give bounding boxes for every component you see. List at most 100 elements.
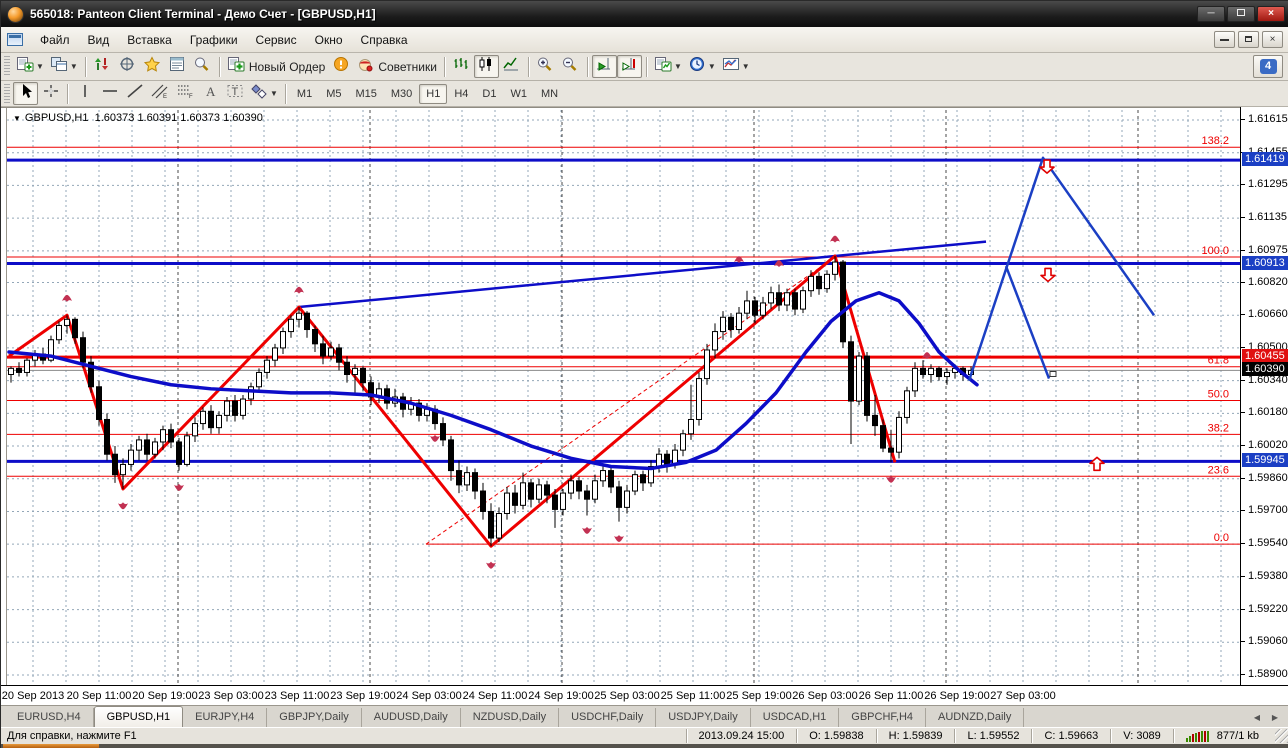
line-chart-icon[interactable] [499,55,524,78]
market-watch-icon[interactable] [90,55,115,78]
menu-item-графики[interactable]: Графики [181,29,247,51]
menu-item-вид[interactable]: Вид [79,29,119,51]
timeframe-h4-button[interactable]: H4 [447,84,475,104]
dropdown-arrow-icon[interactable]: ▼ [708,62,716,71]
chart-canvas[interactable]: 0.023.638.250.061.8100.0138.2 [1,108,1240,686]
crosshair-icon[interactable] [38,82,63,105]
auto-scroll-icon[interactable] [591,55,617,78]
time-axis-label: 26 Sep 11:00 [858,690,924,702]
vline-icon[interactable] [72,82,97,105]
chart-tab-eurjpy-h4[interactable]: EURJPY,H4 [183,708,268,727]
chart-tab-usdjpy-daily[interactable]: USDJPY,Daily [656,708,751,727]
text-icon: A [201,83,219,104]
tab-scroll-right-icon[interactable]: ▶ [1267,710,1283,724]
app-logo-icon [7,5,24,23]
alert-icon[interactable] [328,55,353,78]
tab-scroll-left-icon[interactable]: ◀ [1249,710,1265,724]
price-axis[interactable]: 1.616151.614551.612951.611351.609751.608… [1240,107,1288,685]
chart-shift-icon [620,56,638,77]
dropdown-arrow-icon[interactable]: ▼ [674,62,682,71]
profiles-icon[interactable]: ▼ [47,55,81,78]
dropdown-arrow-icon[interactable]: ▼ [36,62,44,71]
child-minimize-button[interactable] [1214,31,1235,48]
tester-icon[interactable] [190,55,215,78]
chart-menu-icon[interactable] [7,33,23,46]
time-axis-label: 23 Sep 19:00 [330,690,396,702]
chart-tab-eurusd-h4[interactable]: EURUSD,H4 [5,708,94,727]
minimize-button[interactable]: ─ [1197,6,1225,22]
chart-tab-gbpusd-h1[interactable]: GBPUSD,H1 [93,706,184,727]
bar-chart-icon[interactable] [449,55,474,78]
child-close-button[interactable]: × [1262,31,1283,48]
menu-item-файл[interactable]: Файл [31,29,79,51]
menu-item-сервис[interactable]: Сервис [247,29,306,51]
candle-body [664,453,670,465]
label-icon[interactable]: T [222,82,247,105]
indicators-icon[interactable]: ▼ [651,55,685,78]
navigator-icon[interactable] [115,55,140,78]
time-axis-label: 26 Sep 03:00 [792,690,858,702]
timeframe-m30-button[interactable]: M30 [384,84,419,104]
menu-item-справка[interactable]: Справка [352,29,417,51]
window-title: 565018: Panteon Client Terminal - Демо С… [30,7,376,21]
timeframe-mn-button[interactable]: MN [534,84,565,104]
hline-icon[interactable] [97,82,122,105]
chart-tab-gbpjpy-daily[interactable]: GBPJPY,Daily [267,708,362,727]
toolbar-grip[interactable] [4,55,10,78]
candle-body [752,300,758,316]
dropdown-arrow-icon[interactable]: ▼ [270,89,278,98]
collapse-triangle-icon[interactable]: ▼ [13,114,21,123]
zoom-in-icon[interactable] [533,55,558,78]
chart-tab-audusd-daily[interactable]: AUDUSD,Daily [362,708,461,727]
candle-body [912,367,918,392]
close-button[interactable]: × [1257,6,1285,22]
bar-chart-icon [452,56,470,77]
cursor-icon[interactable] [13,82,38,105]
timeframe-m5-button[interactable]: M5 [319,84,348,104]
timeframe-h1-button[interactable]: H1 [419,83,448,104]
menu-item-вставка[interactable]: Вставка [118,29,181,51]
new-chart-icon[interactable]: ▼ [13,55,47,78]
chart-tab-bar: EURUSD,H4 GBPUSD,H1 EURJPY,H4 GBPJPY,Daily A… [1,705,1288,727]
chart-window[interactable]: 0.0 23.6 38.2 50.0 61.8 100.0 138.2 ▼ GBPUSD,H1… [1,107,1288,685]
toolbar-grip[interactable] [4,83,10,104]
price-tag: 1.60913 [1242,255,1288,270]
channel-icon[interactable]: E [147,82,172,105]
resize-grip[interactable] [1275,729,1288,743]
new-order-button[interactable]: Новый Ордер [224,55,328,78]
chart-tab-gbpchf-h4[interactable]: GBPCHF,H4 [839,708,927,727]
zoom-out-icon[interactable] [558,55,583,78]
chart-tab-nzdusd-daily[interactable]: NZDUSD,Daily [461,708,560,727]
maximize-button[interactable] [1227,6,1255,22]
fibo-icon[interactable]: F [172,82,197,105]
time-axis[interactable]: 20 Sep 2013 20 Sep 11:00 20 Sep 19:00 23 Se… [1,685,1288,705]
timeframe-m1-button[interactable]: M1 [290,84,319,104]
dropdown-arrow-icon[interactable]: ▼ [742,62,750,71]
candle-chart-icon[interactable] [473,55,499,78]
templates-icon[interactable]: ▼ [719,55,753,78]
drawing-toolbar: E F A T ▼ M1 M5 M15 M30 H1 H4 D1 W1 MN [1,81,1288,107]
candle-body [680,433,686,451]
chart-tab-usdchf-daily[interactable]: USDCHF,Daily [559,708,657,727]
status-low: L: 1.59552 [954,729,1031,743]
advisors-button[interactable]: Советники [353,55,440,78]
trendline-icon[interactable] [122,82,147,105]
cursor-icon [17,83,35,104]
timeframe-w1-button[interactable]: W1 [503,84,534,104]
periods-icon[interactable]: ▼ [685,55,719,78]
text-icon[interactable]: A [197,82,222,105]
shapes-icon[interactable]: ▼ [247,82,281,105]
dropdown-arrow-icon[interactable]: ▼ [70,62,78,71]
chart-tab-usdcad-h1[interactable]: USDCAD,H1 [751,708,840,727]
menu-item-окно[interactable]: Окно [306,29,352,51]
timeframe-d1-button[interactable]: D1 [475,84,503,104]
chart-shift-icon[interactable] [616,55,642,78]
data-window-icon[interactable] [165,55,190,78]
chart-tab-audnzd-daily[interactable]: AUDNZD,Daily [926,708,1025,727]
child-restore-button[interactable] [1238,31,1259,48]
candle-body [224,400,230,416]
title-bar[interactable]: 565018: Panteon Client Terminal - Демо С… [1,1,1288,27]
timeframe-m15-button[interactable]: M15 [348,84,383,104]
notifications-button[interactable]: 4 [1253,55,1283,78]
favorites-icon[interactable] [140,55,165,78]
